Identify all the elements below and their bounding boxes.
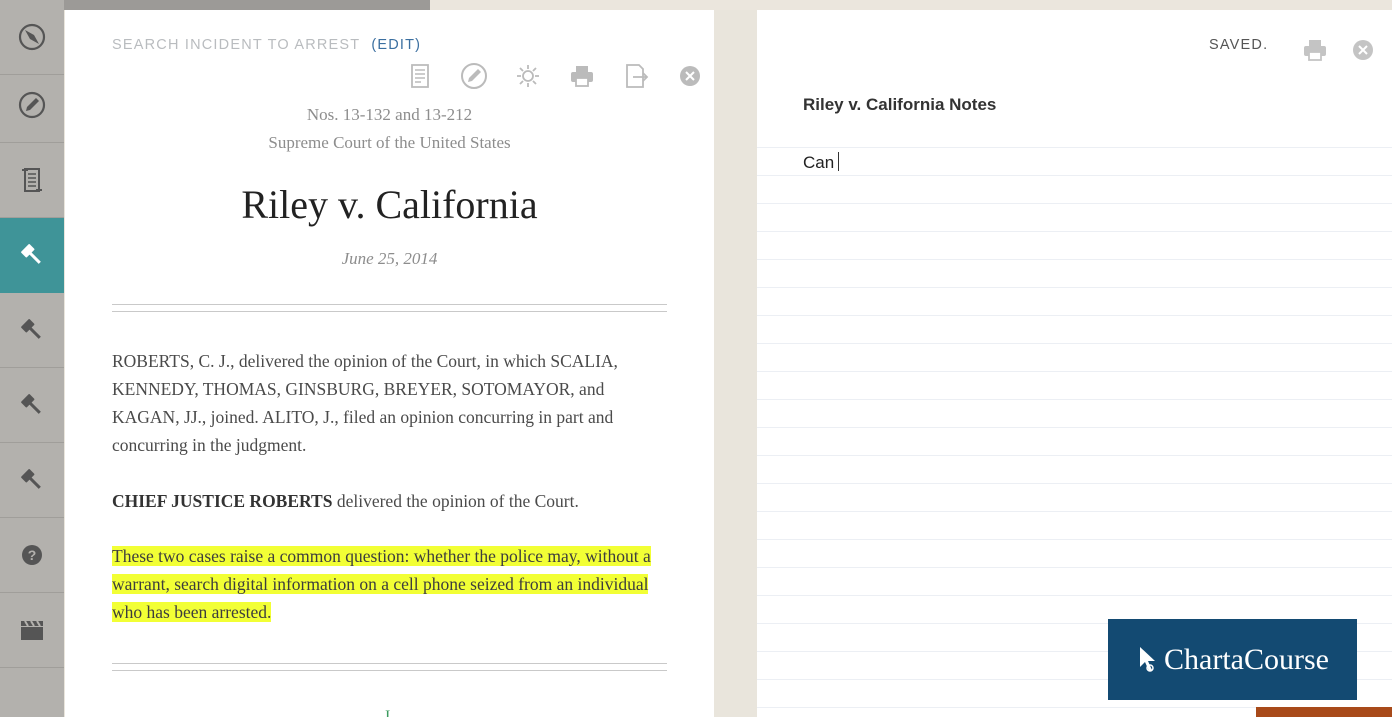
sidebar-item-case-2[interactable] [0,293,64,368]
sidebar-item-help[interactable]: ? [0,518,64,593]
accent-bar [1256,707,1392,717]
print-icon [571,66,593,87]
sidebar-item-videos[interactable] [0,593,64,668]
case-title: Riley v. California [241,182,538,227]
svg-text:?: ? [28,547,37,563]
brand-logo: ChartaCourse [1108,619,1357,700]
decision-date: June 25, 2014 [341,249,438,268]
breadcrumb-topic: SEARCH INCIDENT TO ARREST [112,37,361,53]
document-toolbar [393,60,714,92]
sidebar-item-explore[interactable] [0,0,64,75]
export-icon [626,64,649,88]
clapperboard-icon [21,620,43,640]
gavel-icon [21,469,41,489]
sidebar-item-case-3[interactable] [0,368,64,443]
export-button[interactable] [609,60,663,92]
syllabus-paragraph: ROBERTS, C. J., delivered the opinion of… [112,351,618,455]
gavel-icon [21,244,41,264]
sidebar-item-case-4[interactable] [0,443,64,518]
edit-link[interactable]: (EDIT) [371,37,421,53]
brightness-icon [517,65,539,87]
divider [112,304,667,312]
print-icon[interactable] [1301,36,1329,64]
gavel-icon [21,394,41,414]
opinion-author: CHIEF JUSTICE ROBERTS [112,491,333,511]
sidebar-item-documents[interactable] [0,143,64,218]
sidebar-item-case-1[interactable] [0,218,64,293]
document-panel: SEARCH INCIDENT TO ARREST (EDIT) Nos. 13… [65,10,714,717]
divider [112,663,667,671]
opinion-intro-text: delivered the opinion of the Court. [332,491,579,511]
top-band-dark [64,0,430,10]
opinion-intro: CHIEF JUSTICE ROBERTS delivered the opin… [112,487,672,515]
text-cursor [838,152,840,171]
notes-title[interactable]: Riley v. California Notes [803,95,996,115]
close-document-button[interactable] [663,60,714,92]
gavel-icon [21,319,41,339]
court-name: Supreme Court of the United States [268,133,511,152]
save-status: SAVED. [1209,37,1269,53]
top-band [430,0,1392,10]
brand-name: ChartaCourse [1164,642,1329,676]
notes-editor[interactable]: Can [803,152,840,173]
help-icon: ? [22,545,42,565]
close-icon [680,66,700,86]
section-marker: I [385,708,391,717]
notes-panel: SAVED. Riley v. California Notes Can [757,10,1392,717]
outline-button[interactable] [393,60,447,92]
case-numbers: Nos. 13-132 and 13-212 [306,105,473,124]
brightness-button[interactable] [501,60,555,92]
highlight-icon [461,63,487,89]
sidebar-item-edit[interactable] [0,68,64,143]
highlighted-paragraph[interactable]: These two cases raise a common question:… [112,542,672,626]
close-icon[interactable] [1350,37,1376,63]
pencil-icon [18,91,46,119]
notes-text: Can [803,153,835,172]
sidebar: ? [0,0,64,717]
print-button[interactable] [555,60,609,92]
outline-icon [411,64,429,88]
breadcrumb: SEARCH INCIDENT TO ARREST (EDIT) [112,37,421,53]
highlighted-passage[interactable]: These two cases raise a common question:… [112,546,651,622]
cursor-icon [1140,646,1156,672]
scroll-icon [22,168,42,192]
compass-icon [18,23,46,51]
highlight-button[interactable] [447,60,501,92]
